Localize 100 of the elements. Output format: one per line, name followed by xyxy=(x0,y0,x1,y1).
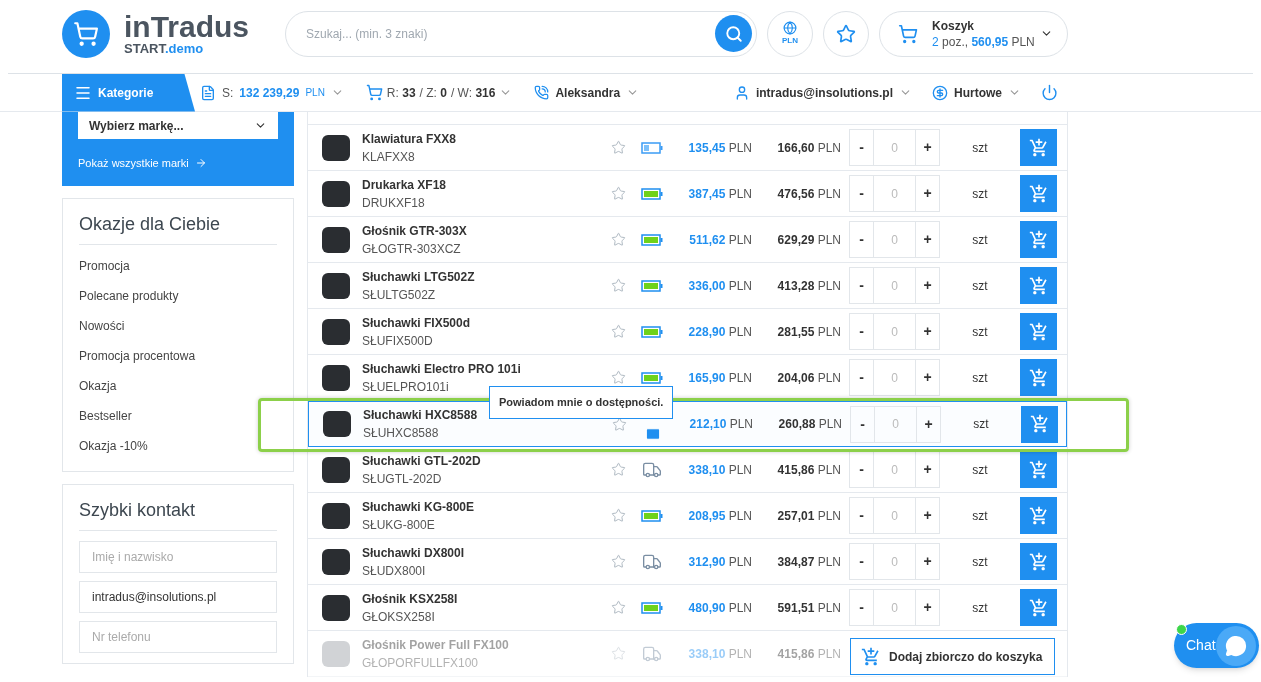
decrease-button[interactable]: - xyxy=(850,268,874,303)
increase-button[interactable]: + xyxy=(915,544,939,579)
increase-button[interactable]: + xyxy=(915,590,939,625)
product-photo xyxy=(322,272,350,299)
add-to-cart-button[interactable] xyxy=(1021,405,1058,443)
star-icon[interactable] xyxy=(611,140,626,155)
search-button[interactable] xyxy=(715,15,752,52)
quantity-stepper[interactable]: - 0 + xyxy=(849,129,940,166)
quantity-stepper[interactable]: - 0 + xyxy=(849,313,940,350)
dollar-icon xyxy=(932,84,948,101)
deal-link[interactable]: Polecane produkty xyxy=(79,280,277,311)
decrease-button[interactable]: - xyxy=(850,360,874,395)
decrease-button[interactable]: - xyxy=(850,130,874,165)
add-to-cart-button[interactable] xyxy=(1020,313,1057,350)
contact-field[interactable]: Imię i nazwisko xyxy=(79,540,277,573)
decrease-button[interactable]: - xyxy=(850,544,874,579)
quantity-stepper[interactable]: - 0 + xyxy=(849,451,940,488)
deal-link[interactable]: Okazja xyxy=(79,370,277,401)
add-to-cart-button[interactable] xyxy=(1020,175,1057,212)
product-code: GŁOGTR-303XCZ xyxy=(362,240,462,258)
brand-select[interactable]: Wybierz markę... xyxy=(78,112,278,139)
star-icon[interactable] xyxy=(611,508,626,523)
decrease-button[interactable]: - xyxy=(850,452,874,487)
increase-button[interactable]: + xyxy=(915,452,939,487)
quantity-stepper[interactable]: - 0 + xyxy=(850,405,941,443)
quantity-stepper[interactable]: - 0 + xyxy=(849,221,940,258)
logo-icon[interactable] xyxy=(62,9,110,58)
add-to-cart-button[interactable] xyxy=(1020,497,1057,534)
add-to-cart-button[interactable] xyxy=(1020,129,1057,166)
star-icon[interactable] xyxy=(612,416,627,432)
logout-button[interactable] xyxy=(1041,84,1058,101)
logo-name: inTradus xyxy=(124,12,250,42)
decrease-button[interactable]: - xyxy=(850,590,874,625)
product-name[interactable]: Klawiatura FXX8 xyxy=(362,129,607,148)
increase-button[interactable]: + xyxy=(915,176,939,211)
star-icon[interactable] xyxy=(611,462,626,477)
decrease-button[interactable]: - xyxy=(850,176,874,211)
add-to-cart-button[interactable] xyxy=(1020,267,1057,304)
account-menu[interactable]: intradus@insolutions.pl xyxy=(733,83,912,102)
product-name[interactable]: Słuchawki KG-800E xyxy=(362,497,607,516)
product-name[interactable]: Słuchawki DX800I xyxy=(362,543,607,562)
quantity-stepper[interactable]: - 0 + xyxy=(849,359,940,396)
product-name[interactable]: Głośnik GTR-303X xyxy=(362,221,607,240)
deal-link[interactable]: Promocja procentowa xyxy=(79,340,277,371)
add-to-cart-button[interactable] xyxy=(1020,589,1057,626)
quantity-stepper[interactable]: - 0 + xyxy=(849,589,940,626)
increase-button[interactable]: + xyxy=(915,360,939,395)
star-icon[interactable] xyxy=(611,370,626,385)
unit-label: szt xyxy=(971,369,989,387)
contact-field[interactable]: Nr telefonu xyxy=(79,620,277,653)
net-price: 208,95 PLN xyxy=(687,507,752,525)
product-code: SŁULTG502Z xyxy=(362,286,437,304)
add-to-cart-button[interactable] xyxy=(1020,543,1057,580)
balance-menu[interactable]: S: 132 239,29 PLN xyxy=(200,83,344,102)
decrease-button[interactable]: - xyxy=(850,222,874,257)
product-name[interactable]: Słuchawki LTG502Z xyxy=(362,267,607,286)
contact-field[interactable]: intradus@insolutions.pl xyxy=(79,580,277,613)
increase-button[interactable]: + xyxy=(915,268,939,303)
contact-person-menu[interactable]: Aleksandra xyxy=(534,83,640,102)
deal-link[interactable]: Promocja xyxy=(79,250,277,281)
decrease-button[interactable]: - xyxy=(850,314,874,349)
product-name[interactable]: Słuchawki Electro PRO 101i xyxy=(362,359,607,378)
quantity-stepper[interactable]: - 0 + xyxy=(849,543,940,580)
star-icon[interactable] xyxy=(611,278,626,293)
add-to-cart-button[interactable] xyxy=(1020,451,1057,488)
quantity-stepper[interactable]: - 0 + xyxy=(849,175,940,212)
product-name[interactable]: Głośnik KSX258I xyxy=(362,589,607,608)
increase-button[interactable]: + xyxy=(915,222,939,257)
quantity-stepper[interactable]: - 0 + xyxy=(849,267,940,304)
deal-link[interactable]: Nowości xyxy=(79,310,277,341)
add-to-cart-button[interactable] xyxy=(1020,359,1057,396)
increase-button[interactable]: + xyxy=(915,130,939,165)
gross-price: 260,88 PLN xyxy=(777,416,842,433)
orders-menu[interactable]: R: 33 / Z: 0 / W: 316 xyxy=(365,83,513,102)
decrease-button[interactable]: - xyxy=(850,498,874,533)
search-input[interactable]: Szukaj... (min. 3 znaki) xyxy=(306,24,715,43)
bulk-add-button[interactable]: Dodaj zbiorczo do koszyka xyxy=(850,638,1055,675)
product-code: GŁOPORFULLFX100 xyxy=(362,654,480,672)
decrease-button[interactable]: - xyxy=(851,406,875,442)
net-price: 480,90 PLN xyxy=(687,599,752,617)
product-name[interactable]: Słuchawki GTL-202D xyxy=(362,451,607,470)
star-icon[interactable] xyxy=(611,186,626,201)
add-to-cart-button[interactable] xyxy=(1020,221,1057,258)
tooltip: Powiadom mnie o dostępności. xyxy=(489,386,674,419)
cart-plus-icon xyxy=(1028,597,1049,618)
increase-button[interactable]: + xyxy=(915,314,939,349)
product-code: SŁUHXC8588 xyxy=(363,425,440,442)
increase-button[interactable]: + xyxy=(915,498,939,533)
price-level-menu[interactable]: Hurtowe xyxy=(932,83,1021,102)
deal-link[interactable]: Okazja -10% xyxy=(79,430,277,461)
star-icon[interactable] xyxy=(611,232,626,247)
star-icon[interactable] xyxy=(611,554,626,569)
increase-button[interactable]: + xyxy=(916,406,940,442)
product-name[interactable]: Słuchawki FIX500d xyxy=(362,313,607,332)
star-icon[interactable] xyxy=(611,600,626,615)
star-icon[interactable] xyxy=(611,324,626,339)
quantity-stepper[interactable]: - 0 + xyxy=(849,497,940,534)
deal-link[interactable]: Bestseller xyxy=(79,400,277,431)
product-name[interactable]: Drukarka XF18 xyxy=(362,175,607,194)
net-price: 338,10 PLN xyxy=(687,645,752,663)
